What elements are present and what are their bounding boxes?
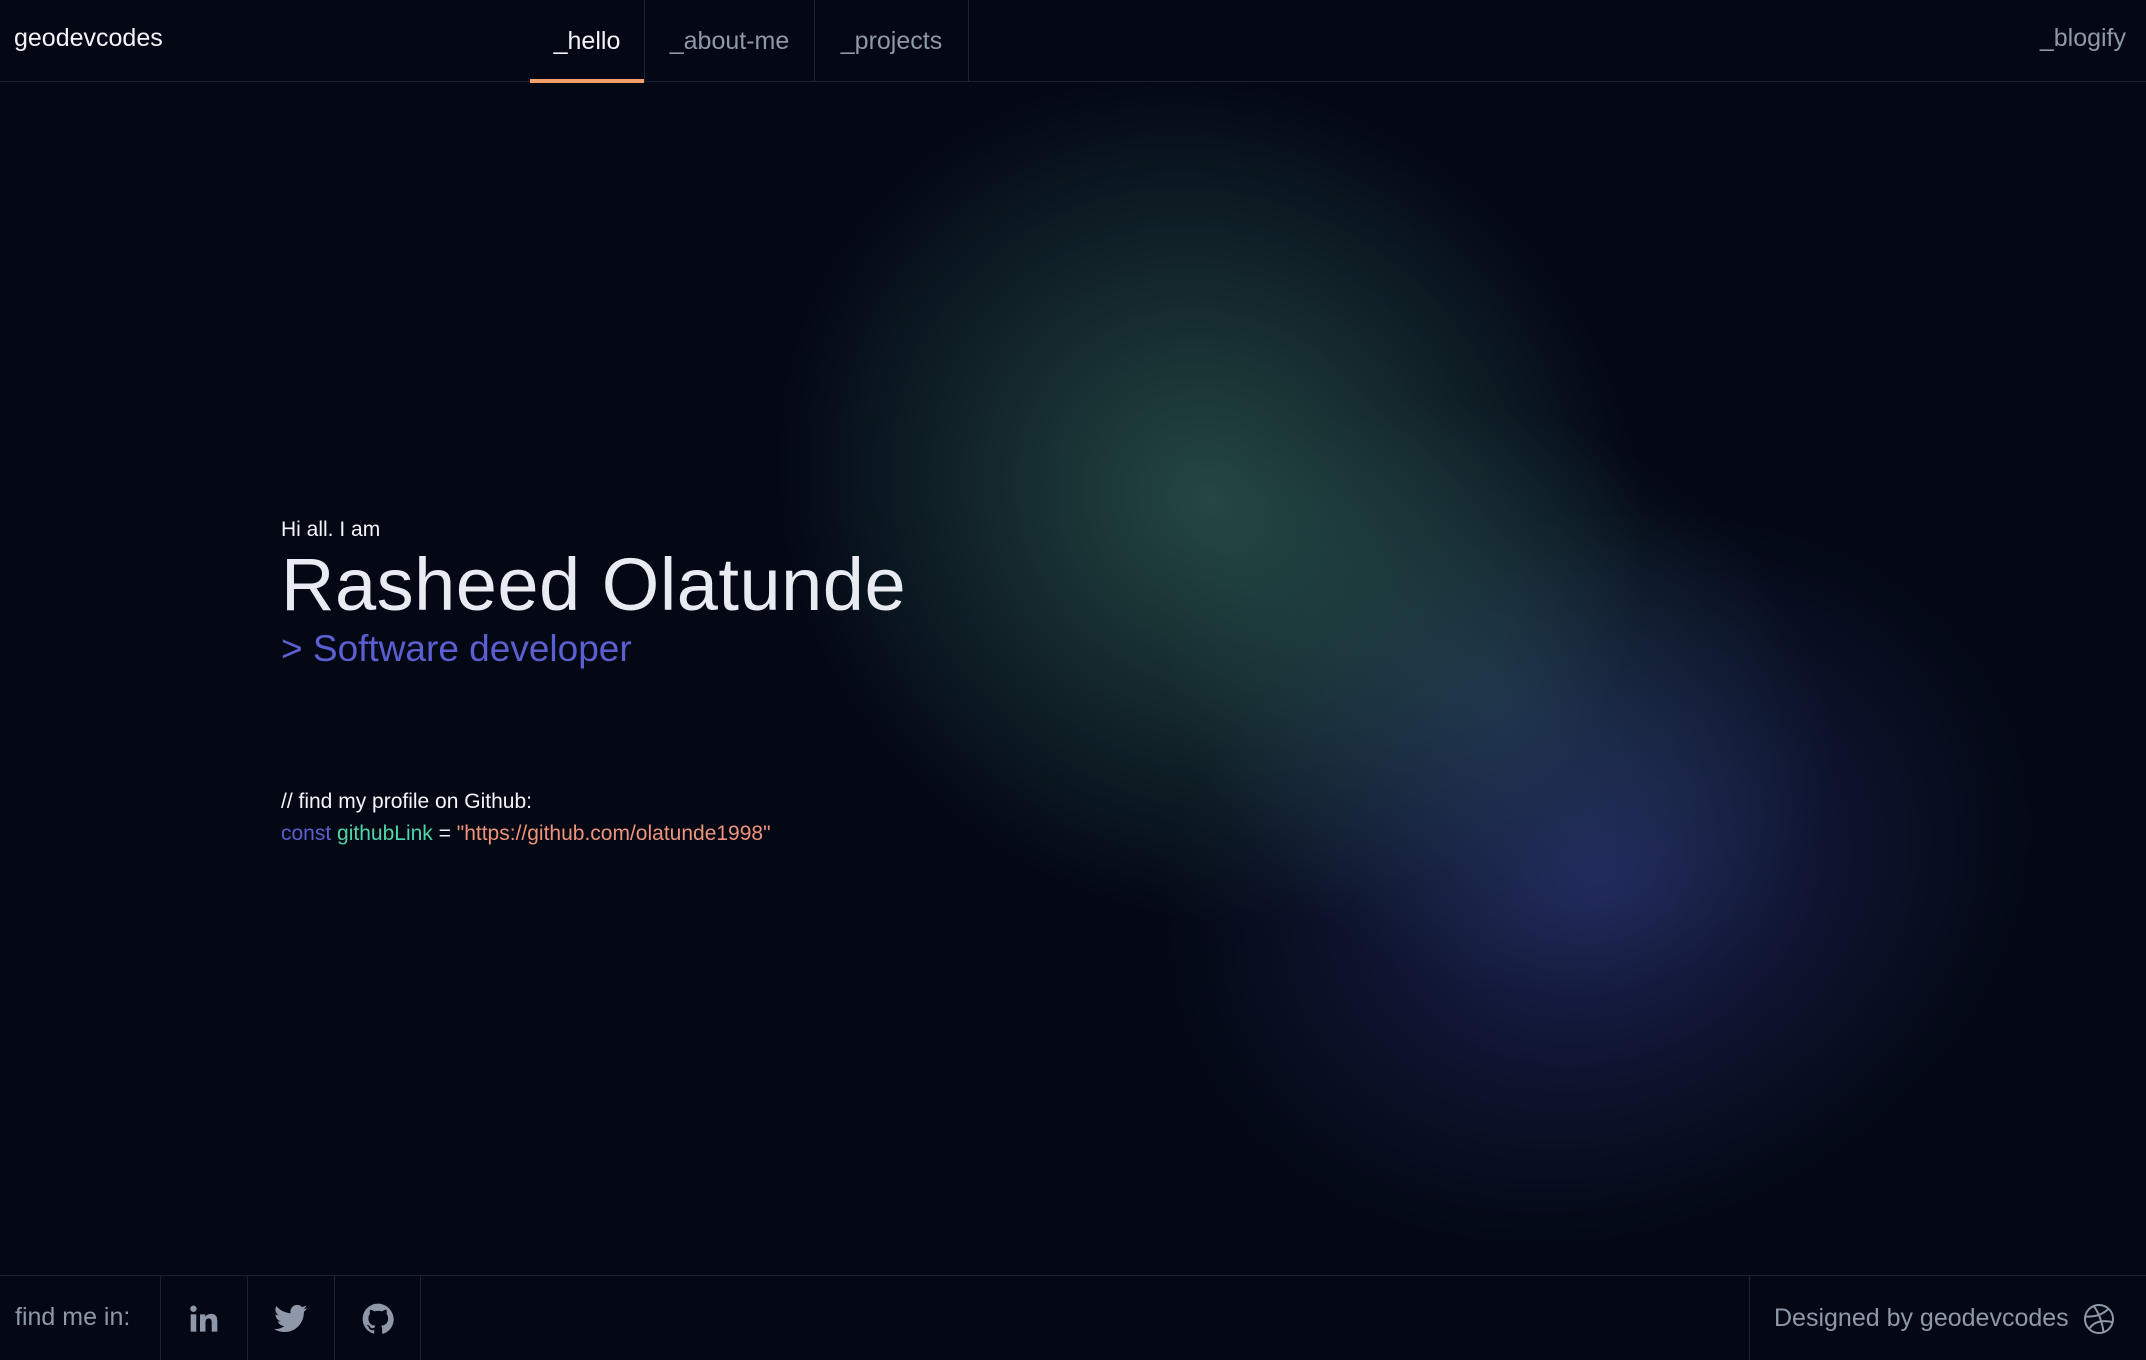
twitter-link[interactable] bbox=[247, 1276, 334, 1360]
code-comment: // find my profile on Github: bbox=[281, 790, 532, 813]
tab-about-me[interactable]: _about-me bbox=[645, 0, 815, 82]
twitter-icon bbox=[274, 1304, 308, 1332]
linkedin-link[interactable] bbox=[160, 1276, 247, 1360]
tab-hello[interactable]: _hello bbox=[530, 0, 645, 83]
blogify-link[interactable]: _blogify bbox=[2040, 24, 2126, 53]
code-operator: = bbox=[438, 822, 451, 845]
page: geodevcodes _hello _about-me _projects _… bbox=[0, 0, 2146, 1360]
code-keyword: const bbox=[281, 822, 332, 845]
top-navbar: geodevcodes _hello _about-me _projects _… bbox=[0, 0, 2146, 83]
hero-name: Rasheed Olatunde bbox=[281, 543, 907, 626]
hero-section: Hi all. I am Rasheed Olatunde > Software… bbox=[281, 516, 906, 672]
dribbble-icon bbox=[2083, 1303, 2114, 1334]
hero-role: > Software developer bbox=[281, 628, 632, 669]
github-link[interactable]: "https://github.com/olatunde1998" bbox=[457, 822, 771, 845]
designed-by-text: Designed by geodevcodes bbox=[1774, 1304, 2069, 1332]
greeting-text: Hi all. I am bbox=[281, 518, 381, 541]
dribbble-link[interactable] bbox=[2083, 1303, 2115, 1335]
code-line: const githubLink = "https://github.com/o… bbox=[281, 818, 771, 850]
find-me-label: find me in: bbox=[15, 1303, 131, 1331]
background-glow-blue bbox=[1054, 387, 2146, 1360]
code-variable: githubLink bbox=[337, 822, 433, 845]
background-glow-teal bbox=[1056, 282, 1944, 1118]
linkedin-icon bbox=[190, 1305, 218, 1332]
github-footer-link[interactable] bbox=[334, 1276, 421, 1360]
brand-logo[interactable]: geodevcodes bbox=[14, 24, 163, 53]
tab-projects[interactable]: _projects bbox=[815, 0, 969, 82]
footer: find me in: Designed by geodevcodes bbox=[0, 1275, 2146, 1360]
github-icon bbox=[362, 1303, 394, 1334]
designed-by: Designed by geodevcodes bbox=[1749, 1276, 2146, 1360]
github-code-snippet: // find my profile on Github: const gith… bbox=[281, 786, 771, 850]
